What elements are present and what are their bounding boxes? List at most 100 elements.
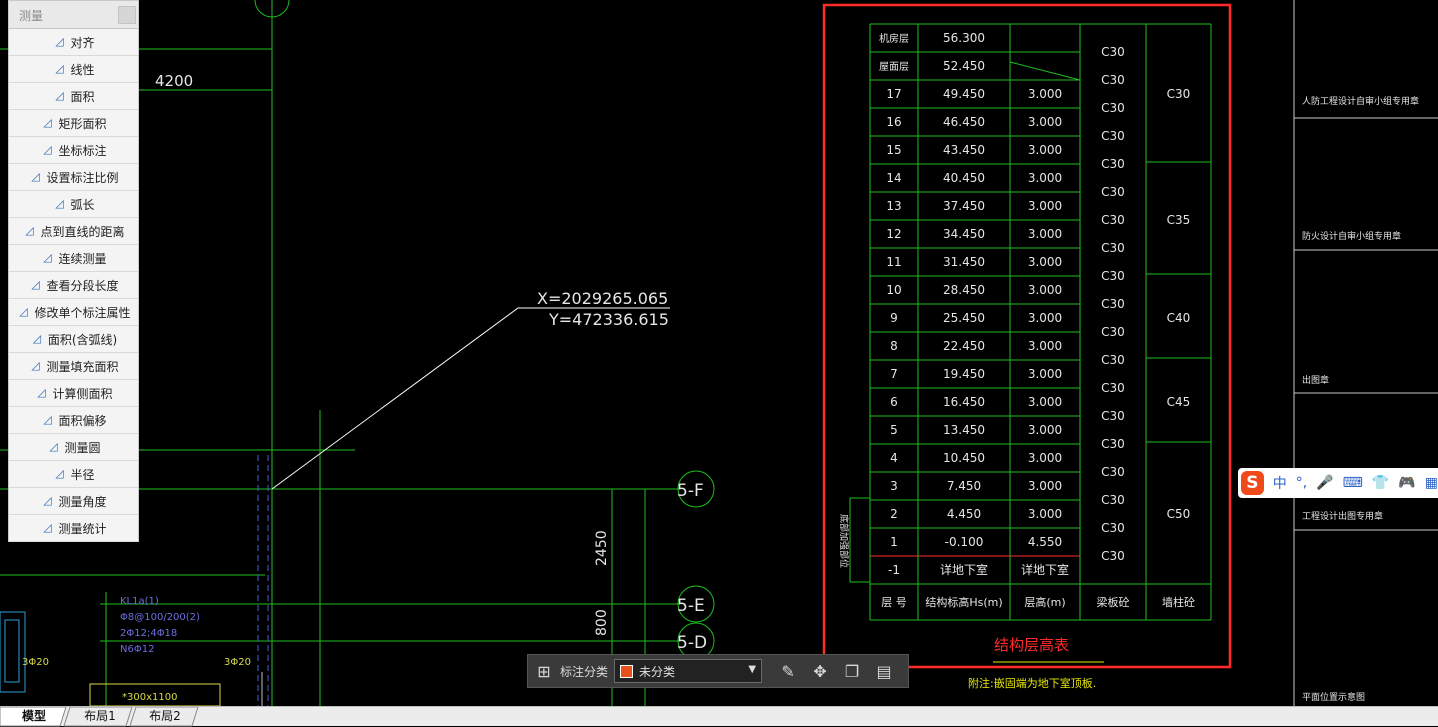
measure-item-label: 弧长 xyxy=(70,197,95,212)
measure-item-17[interactable]: ◿ 测量角度 xyxy=(9,488,138,515)
area-offset-icon: ◿ xyxy=(43,413,52,426)
stamp-label-3: 出图章 xyxy=(1302,374,1329,386)
annotation-category-label: 标注分类 xyxy=(560,664,609,679)
measure-item-3[interactable]: ◿ 矩形面积 xyxy=(9,110,138,137)
annotation-toolbar: ⊞ 标注分类 未分类 ▼ ✎ ✥ ❐ ▤ xyxy=(527,654,909,688)
measure-item-0[interactable]: ◿ 对齐 xyxy=(9,29,138,56)
menu-grid-icon[interactable]: ▦ xyxy=(1425,475,1438,491)
panel-close-button[interactable] xyxy=(118,6,136,24)
measure-item-7[interactable]: ◿ 点到直线的距离 xyxy=(9,218,138,245)
wall-grade-1: C35 xyxy=(1167,213,1191,227)
copy-icon[interactable]: ❐ xyxy=(836,662,868,681)
tab-layout1[interactable]: 布局1 xyxy=(70,707,130,726)
measure-item-18[interactable]: ◿ 测量统计 xyxy=(9,515,138,542)
stamp-label-1: 人防工程设计自审小组专用章 xyxy=(1302,95,1419,107)
slab-grade-17: C30 xyxy=(1101,493,1125,507)
elevation-12: 19.450 xyxy=(943,367,985,381)
point-line-icon: ◿ xyxy=(25,224,34,237)
category-color-swatch xyxy=(620,664,634,678)
tab-model[interactable]: 模型 xyxy=(6,707,62,726)
ime-toolbar: S 中 °, 🎤 ⌨ 👕 🎮 ▦ xyxy=(1238,468,1438,498)
measure-item-4[interactable]: ◿ 坐标标注 xyxy=(9,137,138,164)
slab-grade-6: C30 xyxy=(1101,185,1125,199)
level-15: 4 xyxy=(890,451,898,465)
elevation-9: 28.450 xyxy=(943,283,985,297)
side-area-icon: ◿ xyxy=(37,386,46,399)
height-17: 3.000 xyxy=(1028,507,1062,521)
measure-item-9[interactable]: ◿ 查看分段长度 xyxy=(9,272,138,299)
ime-punct-toggle[interactable]: °, xyxy=(1296,475,1307,491)
measure-item-6[interactable]: ◿ 弧长 xyxy=(9,191,138,218)
level-6: 13 xyxy=(886,199,901,213)
elevation-6: 37.450 xyxy=(943,199,985,213)
slab-grade-2: C30 xyxy=(1101,73,1125,87)
measure-item-label: 面积 xyxy=(70,89,95,104)
move-icon[interactable]: ✥ xyxy=(804,662,836,681)
tab-layout2[interactable]: 布局2 xyxy=(135,707,195,726)
level-19: -1 xyxy=(888,563,900,577)
measure-item-label: 连续测量 xyxy=(58,251,107,266)
skin-icon[interactable]: 👕 xyxy=(1372,475,1389,491)
measure-item-label: 坐标标注 xyxy=(58,143,107,158)
radius-icon: ◿ xyxy=(55,467,64,480)
height-18: 4.550 xyxy=(1028,535,1062,549)
coord-leader xyxy=(271,307,670,490)
elevation-3: 46.450 xyxy=(943,115,985,129)
level-14: 5 xyxy=(890,423,898,437)
measure-item-15[interactable]: ◿ 测量圆 xyxy=(9,434,138,461)
gamepad-icon[interactable]: 🎮 xyxy=(1398,475,1415,491)
measure-item-label: 测量填充面积 xyxy=(46,359,119,374)
beam-line-1: KL1a(1) xyxy=(120,596,159,607)
measure-item-5[interactable]: ◿ 设置标注比例 xyxy=(9,164,138,191)
cad-canvas[interactable]: X=2029265.065 Y=472336.615 4200 2450 800… xyxy=(0,0,1438,706)
layout-tabs: 模型 布局1 布局2 xyxy=(0,706,1438,727)
segment-icon: ◿ xyxy=(31,278,40,291)
level-18: 1 xyxy=(890,535,898,549)
measure-item-label: 面积(含弧线) xyxy=(47,332,118,347)
height-6: 3.000 xyxy=(1028,199,1062,213)
paste-icon[interactable]: ▤ xyxy=(868,662,900,681)
elevation-2: 49.450 xyxy=(943,87,985,101)
circle-icon: ◿ xyxy=(49,440,58,453)
microphone-icon[interactable]: 🎤 xyxy=(1316,475,1333,491)
measure-item-1[interactable]: ◿ 线性 xyxy=(9,56,138,83)
height-3: 3.000 xyxy=(1028,115,1062,129)
height-15: 3.000 xyxy=(1028,451,1062,465)
measure-item-label: 设置标注比例 xyxy=(46,170,119,185)
level-10: 9 xyxy=(890,311,898,325)
measure-item-label: 测量角度 xyxy=(58,494,107,509)
grid-icon[interactable]: ⊞ xyxy=(528,662,560,681)
slab-grade-9: C30 xyxy=(1101,269,1125,283)
measure-item-12[interactable]: ◿ 测量填充面积 xyxy=(9,353,138,380)
measure-item-2[interactable]: ◿ 面积 xyxy=(9,83,138,110)
level-13: 6 xyxy=(890,395,898,409)
measure-item-label: 修改单个标注属性 xyxy=(34,305,131,320)
measure-item-16[interactable]: ◿ 半径 xyxy=(9,461,138,488)
stamp-label-5: 平面位置示意图 xyxy=(1302,691,1365,703)
ime-logo[interactable]: S xyxy=(1241,471,1264,495)
dim-2450: 2450 xyxy=(594,530,610,566)
arc-area-icon: ◿ xyxy=(32,332,42,345)
axis-5d: 5-D xyxy=(677,633,707,653)
beam-annotation: KL1a(1) Φ8@100/200(2) 2Φ12;4Φ18 N6Φ12 xyxy=(120,596,200,655)
ime-lang-toggle[interactable]: 中 xyxy=(1273,473,1287,493)
measure-item-14[interactable]: ◿ 面积偏移 xyxy=(9,407,138,434)
measure-item-10[interactable]: ◿ 修改单个标注属性 xyxy=(9,299,138,326)
annotation-category-select[interactable]: 未分类 ▼ xyxy=(614,659,763,683)
measure-item-11[interactable]: ◿ 面积(含弧线) xyxy=(9,326,138,353)
scale-icon: ◿ xyxy=(31,170,40,183)
measure-item-8[interactable]: ◿ 连续测量 xyxy=(9,245,138,272)
angle-icon: ◿ xyxy=(43,494,52,507)
level-1: 屋面层 xyxy=(879,61,909,73)
slab-grade-1: C30 xyxy=(1101,45,1125,59)
beam-dashed xyxy=(257,455,269,706)
height-7: 3.000 xyxy=(1028,227,1062,241)
grid-lines xyxy=(0,0,1438,706)
beam-line-4: N6Φ12 xyxy=(120,644,154,655)
wall-grade-4: C50 xyxy=(1167,507,1191,521)
keyboard-icon[interactable]: ⌨ xyxy=(1343,475,1363,491)
edit-icon[interactable]: ✎ xyxy=(772,662,804,681)
measure-item-13[interactable]: ◿ 计算侧面积 xyxy=(9,380,138,407)
elevation-19: 详地下室 xyxy=(940,562,988,577)
hatch-area-icon: ◿ xyxy=(31,359,40,372)
